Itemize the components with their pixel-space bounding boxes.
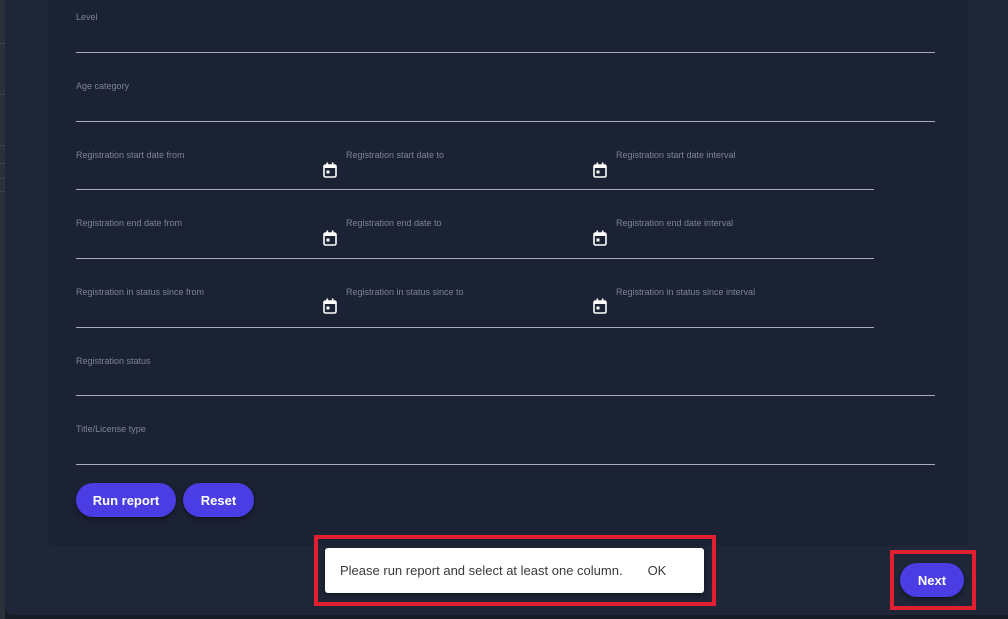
- snackbar-message: Please run report and select at least on…: [340, 563, 623, 578]
- registration-start-date-to-field[interactable]: Registration start date to: [346, 150, 616, 190]
- registration-start-date-interval-field[interactable]: Registration start date interval: [616, 150, 874, 190]
- reset-button[interactable]: Reset: [183, 483, 254, 517]
- registration-status-since-from-field[interactable]: Registration in status since from: [76, 287, 346, 328]
- registration-end-date-interval-field[interactable]: Registration end date interval: [616, 218, 874, 259]
- calendar-icon[interactable]: [593, 162, 607, 178]
- registration-status-since-from-label: Registration in status since from: [76, 287, 205, 297]
- calendar-icon[interactable]: [593, 298, 607, 314]
- age-category-field[interactable]: Age category: [76, 81, 935, 122]
- level-field[interactable]: Level: [76, 12, 935, 53]
- registration-status-field[interactable]: Registration status: [76, 356, 935, 396]
- registration-end-date-to-label: Registration end date to: [346, 218, 442, 228]
- next-button[interactable]: Next: [900, 563, 964, 597]
- registration-status-since-interval-label: Registration in status since interval: [616, 287, 756, 297]
- title-license-type-field[interactable]: Title/License type: [76, 424, 935, 465]
- registration-end-date-interval-label: Registration end date interval: [616, 218, 734, 228]
- registration-start-date-from-label: Registration start date from: [76, 150, 185, 160]
- registration-status-since-to-field[interactable]: Registration in status since to: [346, 287, 616, 328]
- registration-status-label: Registration status: [76, 356, 151, 366]
- registration-start-date-from-field[interactable]: Registration start date from: [76, 150, 346, 190]
- calendar-icon[interactable]: [323, 162, 337, 178]
- registration-end-date-to-field[interactable]: Registration end date to: [346, 218, 616, 259]
- snackbar-ok-button[interactable]: OK: [648, 563, 667, 578]
- calendar-icon[interactable]: [593, 230, 607, 246]
- level-label: Level: [76, 12, 98, 22]
- registration-status-since-to-label: Registration in status since to: [346, 287, 464, 297]
- title-license-type-label: Title/License type: [76, 424, 146, 434]
- registration-status-since-interval-field[interactable]: Registration in status since interval: [616, 287, 874, 328]
- age-category-label: Age category: [76, 81, 130, 91]
- registration-start-date-interval-label: Registration start date interval: [616, 150, 736, 160]
- snackbar: Please run report and select at least on…: [325, 548, 704, 593]
- registration-end-date-from-label: Registration end date from: [76, 218, 183, 228]
- calendar-icon[interactable]: [323, 298, 337, 314]
- calendar-icon[interactable]: [323, 230, 337, 246]
- registration-start-date-to-label: Registration start date to: [346, 150, 445, 160]
- run-report-button[interactable]: Run report: [76, 483, 176, 517]
- registration-end-date-from-field[interactable]: Registration end date from: [76, 218, 346, 259]
